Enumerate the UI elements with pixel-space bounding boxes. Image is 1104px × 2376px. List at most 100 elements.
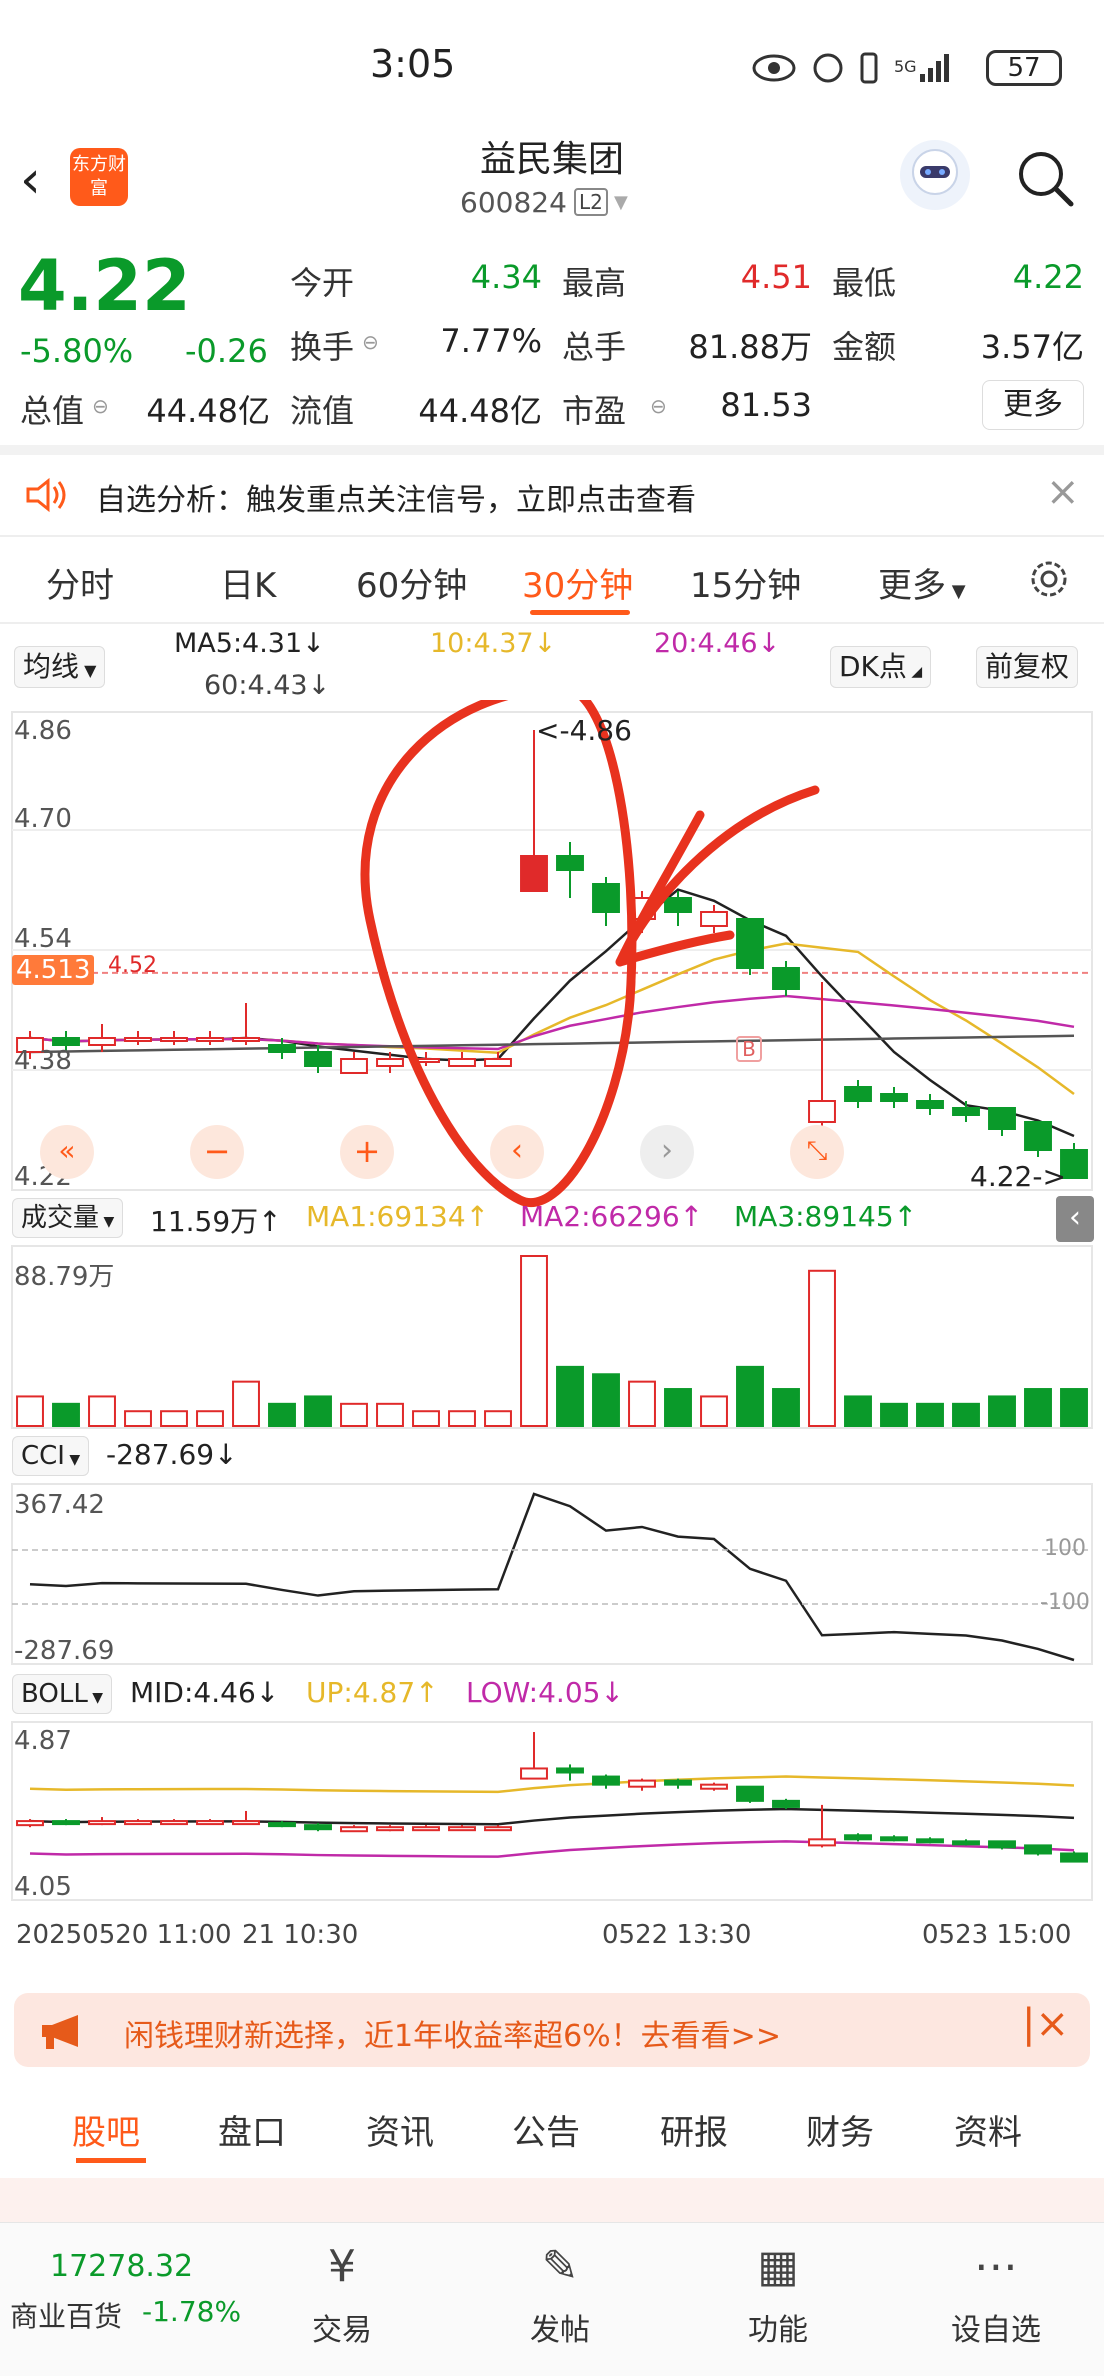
index-name[interactable]: 商业百货 <box>10 2295 122 2335</box>
low-value: 4.22 <box>1012 258 1084 296</box>
boll-candle-body <box>484 1826 512 1832</box>
boll-indicator-select[interactable]: BOLL ▼ <box>12 1674 113 1714</box>
boll-candle-body <box>952 1840 980 1846</box>
chevron-down-icon[interactable]: ▼ <box>614 192 628 213</box>
boll-candle-body <box>520 1767 548 1780</box>
time-label: 0522 13:30 <box>602 1920 752 1950</box>
candle-body <box>772 967 800 990</box>
nav-post[interactable]: 发帖 <box>490 2305 630 2349</box>
volume-bar <box>88 1395 116 1427</box>
cci-axis-top: 367.42 <box>14 1490 105 1520</box>
status-time: 3:05 <box>370 42 456 86</box>
low-marker: 4.22-> <box>970 1160 1066 1193</box>
boll-candle-body <box>196 1820 224 1826</box>
level-badge[interactable]: L2 <box>574 188 608 216</box>
time-label: 20250520 11:00 <box>16 1920 232 1950</box>
tab-more-label: 更多 <box>878 566 946 606</box>
candle-body <box>952 1107 980 1116</box>
zoom-out-button[interactable]: − <box>190 1125 244 1179</box>
info-icon[interactable]: ⊖ <box>362 330 379 354</box>
price-tick: 4.70 <box>14 804 72 834</box>
dk-point-select[interactable]: DK点 ◢ <box>830 646 932 688</box>
cci-indicator-select[interactable]: CCI ▼ <box>12 1436 90 1476</box>
post-icon[interactable]: ✎ <box>490 2241 630 2292</box>
tab-finance[interactable]: 财务 <box>806 2105 874 2154</box>
volume-bar <box>484 1410 512 1428</box>
volume-bar <box>664 1388 692 1427</box>
amount-value: 3.57亿 <box>980 328 1084 366</box>
close-icon[interactable]: |× <box>1022 2001 1069 2047</box>
kline-chart[interactable] <box>0 700 1104 1980</box>
volume-ma2: MA2:66296↑ <box>520 1200 704 1233</box>
boll-candle-body <box>16 1820 44 1827</box>
nav-add-watchlist[interactable]: 设自选 <box>926 2305 1066 2349</box>
tab-daily[interactable]: 日K <box>220 558 276 607</box>
notice-bar[interactable]: 自选分析：触发重点关注信号，立即点击查看 × <box>0 455 1104 535</box>
more-icon[interactable]: ⋯ <box>926 2241 1066 2292</box>
nav-trade[interactable]: 交易 <box>272 2305 412 2349</box>
expand-icon[interactable]: ⤡ <box>790 1125 844 1179</box>
info-icon[interactable]: ⊖ <box>650 394 667 418</box>
ad-banner[interactable]: 闲钱理财新选择，近1年收益率超6%！去看看>> |× <box>14 1993 1090 2067</box>
trade-icon[interactable]: ¥ <box>272 2241 412 2292</box>
tab-profile[interactable]: 资料 <box>954 2105 1022 2154</box>
battery-indicator: 57 <box>986 50 1062 86</box>
volume-value: 11.59万↑ <box>150 1205 282 1238</box>
volume-bar <box>880 1402 908 1428</box>
market-cap-label: 总值 <box>20 392 85 430</box>
price-line-label: 4.52 <box>108 953 157 978</box>
boll-candle-body <box>160 1820 188 1826</box>
scroll-left-button[interactable]: ‹ <box>490 1125 544 1179</box>
apps-icon[interactable]: ▦ <box>708 2241 848 2292</box>
nav-function[interactable]: 功能 <box>708 2305 848 2349</box>
volume-indicator-select[interactable]: 成交量 ▼ <box>12 1198 124 1238</box>
cci-value: -287.69↓ <box>106 1438 238 1471</box>
boll-candle-body <box>52 1820 80 1826</box>
index-value[interactable]: 17278.32 <box>50 2249 193 2284</box>
gear-icon[interactable] <box>1026 556 1072 602</box>
tab-news[interactable]: 资讯 <box>366 2105 434 2154</box>
pe-value: 81.53 <box>720 386 812 424</box>
candle-body <box>592 883 620 913</box>
line-type-select[interactable]: 均线 ▼ <box>14 646 106 688</box>
cci-axis-bottom: -287.69 <box>14 1636 115 1666</box>
candle-body <box>88 1037 116 1046</box>
tab-30min[interactable]: 30分钟 <box>522 558 633 607</box>
more-quote-button[interactable]: 更多 <box>982 380 1084 430</box>
boll-mid: MID:4.46↓ <box>130 1676 280 1709</box>
tab-announcement[interactable]: 公告 <box>512 2105 580 2154</box>
boll-candle-body <box>340 1826 368 1833</box>
robot-avatar[interactable] <box>900 140 970 210</box>
volume-bar <box>808 1269 836 1427</box>
tab-guba[interactable]: 股吧 <box>72 2105 140 2154</box>
tab-15min[interactable]: 15分钟 <box>690 558 801 607</box>
index-change[interactable]: -1.78% <box>142 2295 241 2328</box>
volume-ma3: MA3:89145↑ <box>734 1200 918 1233</box>
tab-pankou[interactable]: 盘口 <box>218 2105 286 2154</box>
buy-marker[interactable]: B <box>736 1036 762 1062</box>
search-icon[interactable] <box>1015 148 1075 208</box>
tab-more[interactable]: 更多 ▼ <box>878 558 966 607</box>
candle-body <box>304 1051 332 1067</box>
tab-intraday[interactable]: 分时 <box>46 558 114 607</box>
volume-bar <box>844 1395 872 1427</box>
boll-candle-body <box>1024 1844 1052 1855</box>
tab-60min[interactable]: 60分钟 <box>356 558 467 607</box>
candle-body <box>232 1037 260 1042</box>
market-cap-value: 44.48亿 <box>146 392 270 430</box>
tab-research[interactable]: 研报 <box>660 2105 728 2154</box>
collapse-panel-button[interactable]: ‹ <box>1056 1196 1094 1242</box>
candle-body <box>160 1037 188 1042</box>
candle-body <box>916 1100 944 1109</box>
scroll-right-button[interactable]: › <box>640 1125 694 1179</box>
candle-body <box>556 855 584 871</box>
close-icon[interactable]: × <box>1046 469 1080 515</box>
volume-bar <box>232 1380 260 1427</box>
scroll-start-button[interactable]: « <box>40 1125 94 1179</box>
adjust-select[interactable]: 前复权 <box>976 646 1079 688</box>
boll-axis-bottom: 4.05 <box>14 1872 72 1902</box>
volume-bar <box>160 1410 188 1428</box>
info-icon[interactable]: ⊖ <box>92 394 109 418</box>
high-label: 最高 <box>562 264 627 302</box>
zoom-in-button[interactable]: + <box>340 1125 394 1179</box>
